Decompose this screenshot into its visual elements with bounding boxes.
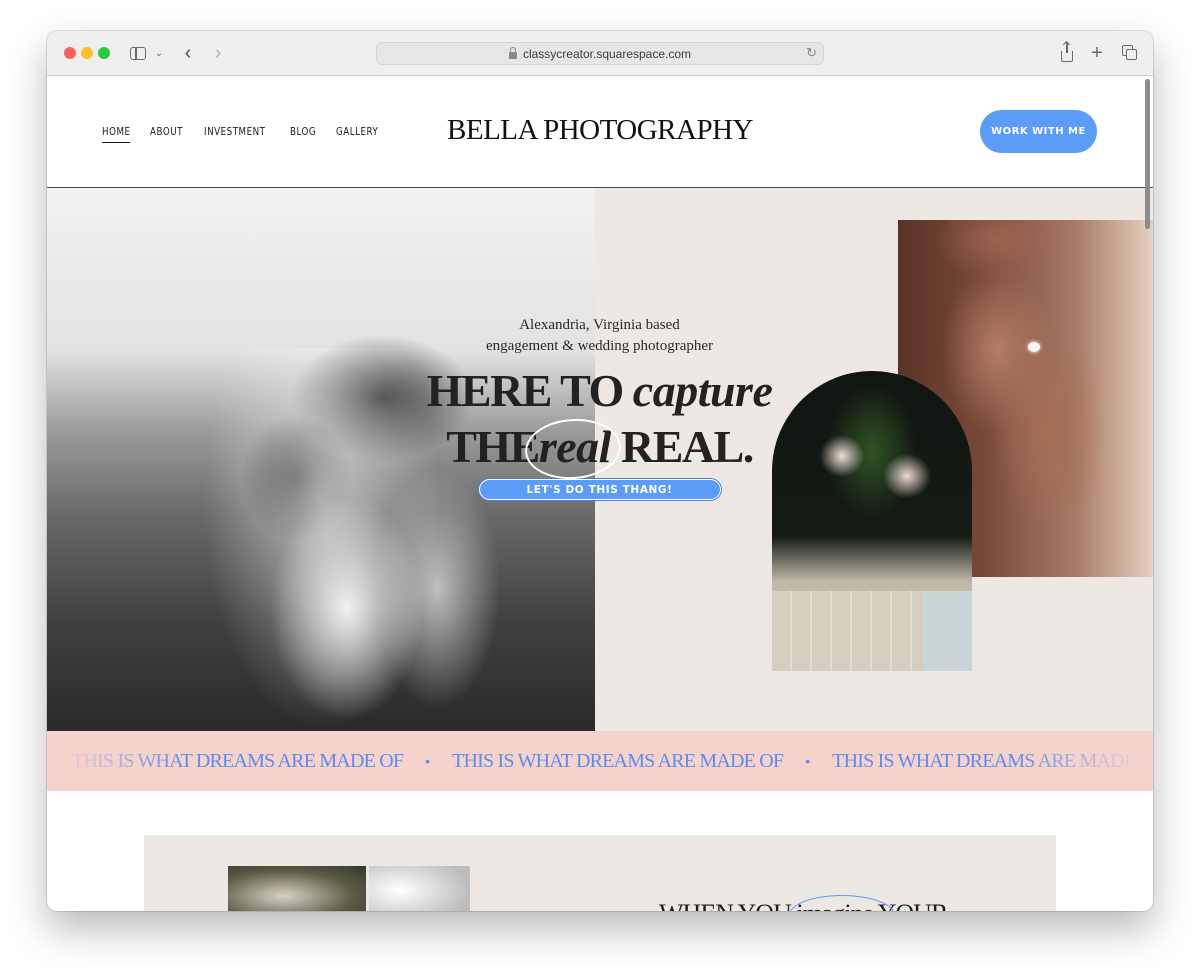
- marquee-separator: •: [425, 753, 431, 769]
- hero-subtitle: Alexandria, Virginia based engagement & …: [377, 315, 822, 357]
- intro-photo-left: [228, 866, 366, 911]
- headline-here-to: HERE TO: [426, 365, 625, 416]
- intro-photo: [228, 866, 470, 911]
- hero-subtitle-line2: engagement & wedding photographer: [485, 338, 713, 354]
- zoom-window-button[interactable]: [98, 47, 110, 59]
- share-icon[interactable]: [1059, 41, 1075, 64]
- marquee-banner: THIS IS WHAT DREAMS ARE MADE OF • THIS I…: [47, 731, 1153, 791]
- hero-text-block: Alexandria, Virginia based engagement & …: [377, 315, 822, 500]
- hero-headline: HERE TO capture THE real REAL.: [377, 363, 822, 483]
- browser-window: ⌄ ‹ › classycreator.squarespace.com ↻ + …: [47, 31, 1153, 911]
- page-scrollbar[interactable]: [1145, 79, 1150, 229]
- marquee-fade-left: [47, 731, 187, 791]
- site-header: HOME ABOUT INVESTMENT BLOG GALLERY BELLA…: [47, 76, 1153, 188]
- headline-line1: HERE TO capture: [377, 363, 822, 419]
- new-tab-icon[interactable]: +: [1089, 42, 1105, 64]
- minimize-window-button[interactable]: [81, 47, 93, 59]
- url-text: classycreator.squarespace.com: [522, 46, 692, 61]
- headline-line2: THE real REAL.: [377, 415, 822, 483]
- headline-real-circled: real: [522, 415, 623, 483]
- reload-icon[interactable]: ↻: [806, 45, 817, 61]
- marquee-fade-right: [1013, 731, 1153, 791]
- intro-section: WHEN YOU imagine YOUR: [144, 835, 1056, 911]
- forward-icon[interactable]: ›: [211, 42, 225, 64]
- work-with-me-button[interactable]: WORK WITH ME: [980, 110, 1097, 153]
- hand-drawn-circle: [789, 895, 895, 911]
- table-runner: [922, 591, 972, 671]
- hero-subtitle-line1: Alexandria, Virginia based: [519, 317, 680, 333]
- close-window-button[interactable]: [64, 47, 76, 59]
- marquee-separator: •: [805, 753, 811, 769]
- lock-icon: [508, 46, 517, 59]
- web-page: HOME ABOUT INVESTMENT BLOG GALLERY BELLA…: [47, 76, 1153, 911]
- address-bar[interactable]: classycreator.squarespace.com ↻: [376, 42, 824, 65]
- headline-capture: capture: [632, 365, 773, 416]
- ring-gem: [1028, 342, 1040, 352]
- marquee-text: THIS IS WHAT DREAMS ARE MADE OF: [452, 749, 784, 772]
- hero-section: Alexandria, Virginia based engagement & …: [47, 188, 1153, 731]
- headline-real-period: REAL.: [620, 421, 754, 472]
- tab-overview-icon[interactable]: [1121, 42, 1139, 64]
- marquee-track: THIS IS WHAT DREAMS ARE MADE OF • THIS I…: [72, 750, 1153, 773]
- chevron-down-icon[interactable]: ⌄: [153, 42, 165, 64]
- sidebar-icon[interactable]: [129, 42, 147, 64]
- intro-photo-right: [369, 866, 470, 911]
- lets-do-this-button[interactable]: LET'S DO THIS THANG!: [478, 479, 721, 500]
- browser-toolbar: ⌄ ‹ › classycreator.squarespace.com ↻ +: [47, 31, 1153, 76]
- back-icon[interactable]: ‹: [181, 42, 195, 64]
